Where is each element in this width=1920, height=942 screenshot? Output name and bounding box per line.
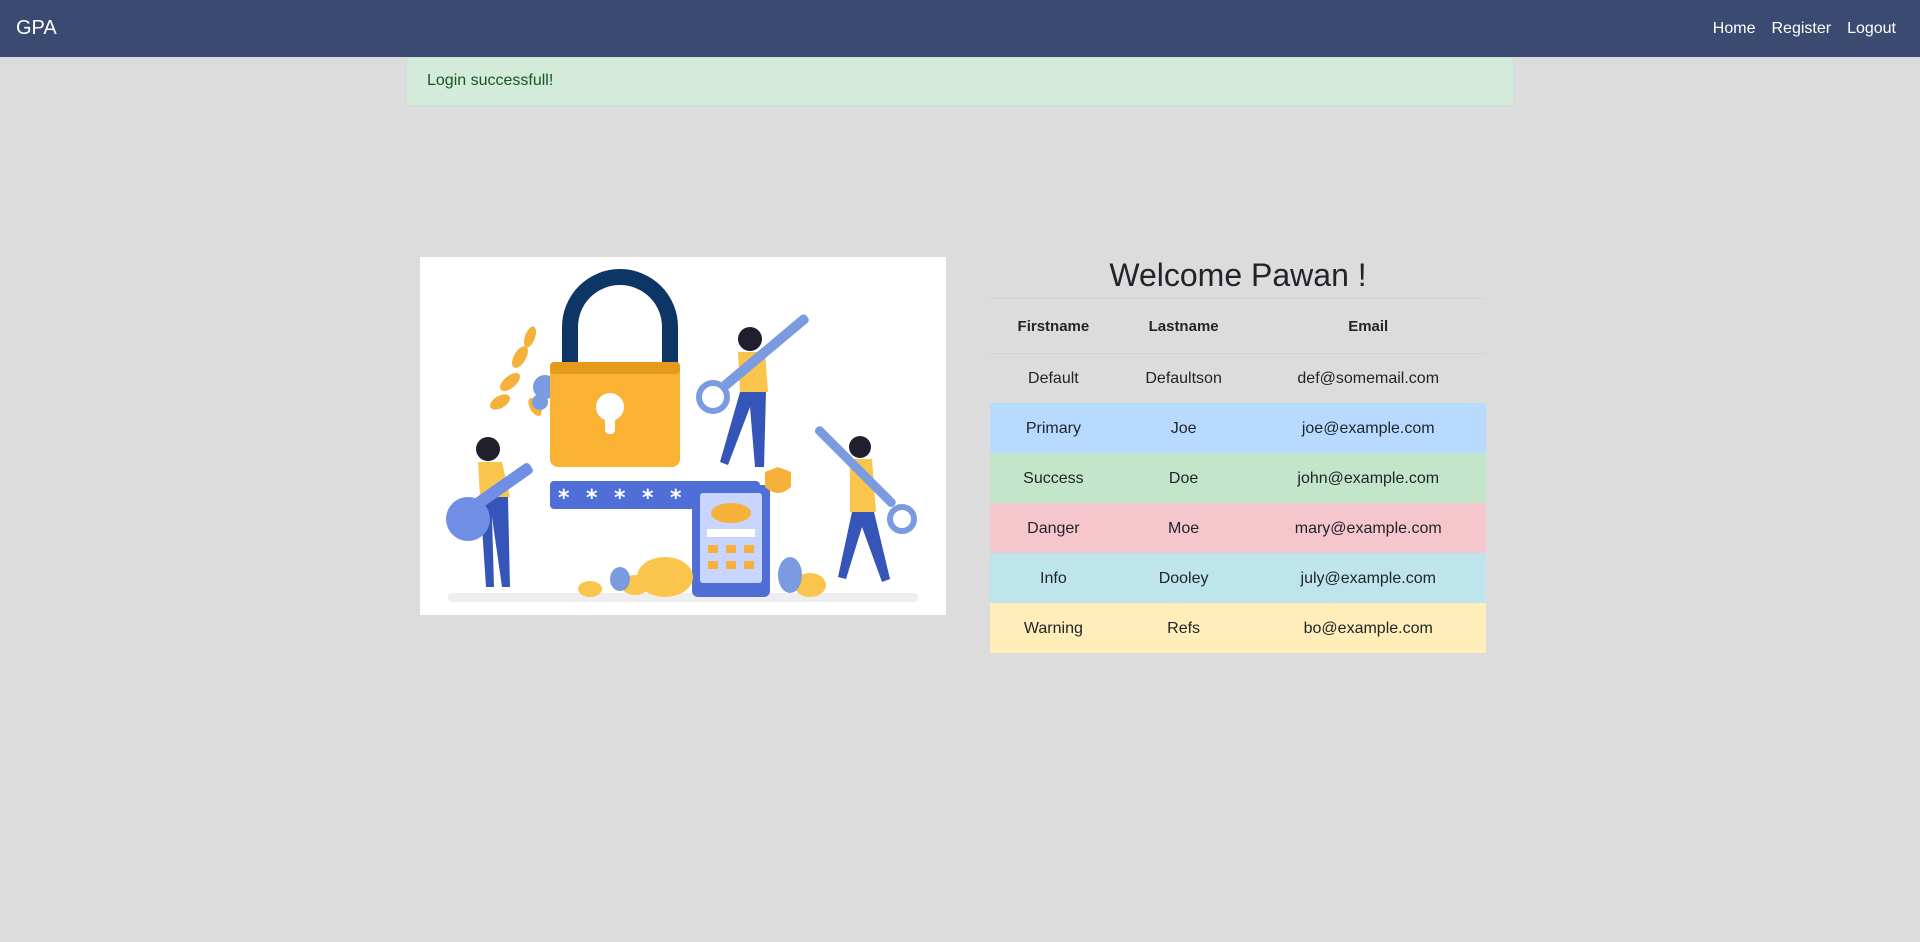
brand-link[interactable]: GPA: [16, 17, 57, 40]
cell-lastname: Doe: [1116, 453, 1251, 504]
users-table: Firstname Lastname Email Default Default…: [990, 298, 1486, 653]
cell-firstname: Default: [990, 353, 1117, 404]
cell-lastname: Dooley: [1116, 553, 1251, 604]
table-row: Success Doe john@example.com: [990, 453, 1486, 504]
alert-message: Login successfull!: [427, 72, 554, 89]
table-row: Danger Moe mary@example.com: [990, 503, 1486, 554]
welcome-heading: Welcome Pawan !: [1109, 257, 1367, 293]
cell-email: mary@example.com: [1250, 503, 1486, 554]
table-header-row: Firstname Lastname Email: [990, 298, 1486, 354]
svg-text:*: *: [614, 486, 626, 511]
header-email: Email: [1250, 298, 1486, 354]
svg-text:*: *: [670, 486, 682, 511]
svg-text:*: *: [642, 486, 654, 511]
success-alert: Login successfull!: [406, 57, 1514, 106]
nav-link-logout[interactable]: Logout: [1839, 20, 1904, 38]
header-firstname: Firstname: [990, 298, 1117, 354]
table-row: Info Dooley july@example.com: [990, 553, 1486, 604]
cell-firstname: Danger: [990, 503, 1117, 554]
nav-links: Home Register Logout: [1705, 20, 1904, 38]
navbar: GPA Home Register Logout: [0, 0, 1920, 57]
cell-firstname: Warning: [990, 603, 1117, 653]
login-security-illustration: * * * * *: [420, 257, 946, 615]
cell-email: def@somemail.com: [1250, 353, 1486, 404]
cell-email: bo@example.com: [1250, 603, 1486, 653]
cell-email: john@example.com: [1250, 453, 1486, 504]
table-row: Primary Joe joe@example.com: [990, 403, 1486, 454]
cell-lastname: Joe: [1116, 403, 1251, 454]
cell-firstname: Info: [990, 553, 1117, 604]
cell-lastname: Moe: [1116, 503, 1251, 554]
nav-link-register[interactable]: Register: [1763, 20, 1839, 38]
svg-text:*: *: [558, 486, 570, 511]
cell-email: joe@example.com: [1250, 403, 1486, 454]
cell-lastname: Refs: [1116, 603, 1251, 653]
cell-lastname: Defaultson: [1116, 353, 1251, 404]
cell-email: july@example.com: [1250, 553, 1486, 604]
cell-firstname: Primary: [990, 403, 1117, 454]
table-row: Warning Refs bo@example.com: [990, 603, 1486, 653]
nav-link-home[interactable]: Home: [1705, 20, 1764, 38]
cell-firstname: Success: [990, 453, 1117, 504]
security-illustration-icon: * * * * *: [446, 269, 918, 602]
svg-text:*: *: [586, 486, 598, 511]
table-row: Default Defaultson def@somemail.com: [990, 353, 1486, 404]
header-lastname: Lastname: [1116, 298, 1251, 354]
